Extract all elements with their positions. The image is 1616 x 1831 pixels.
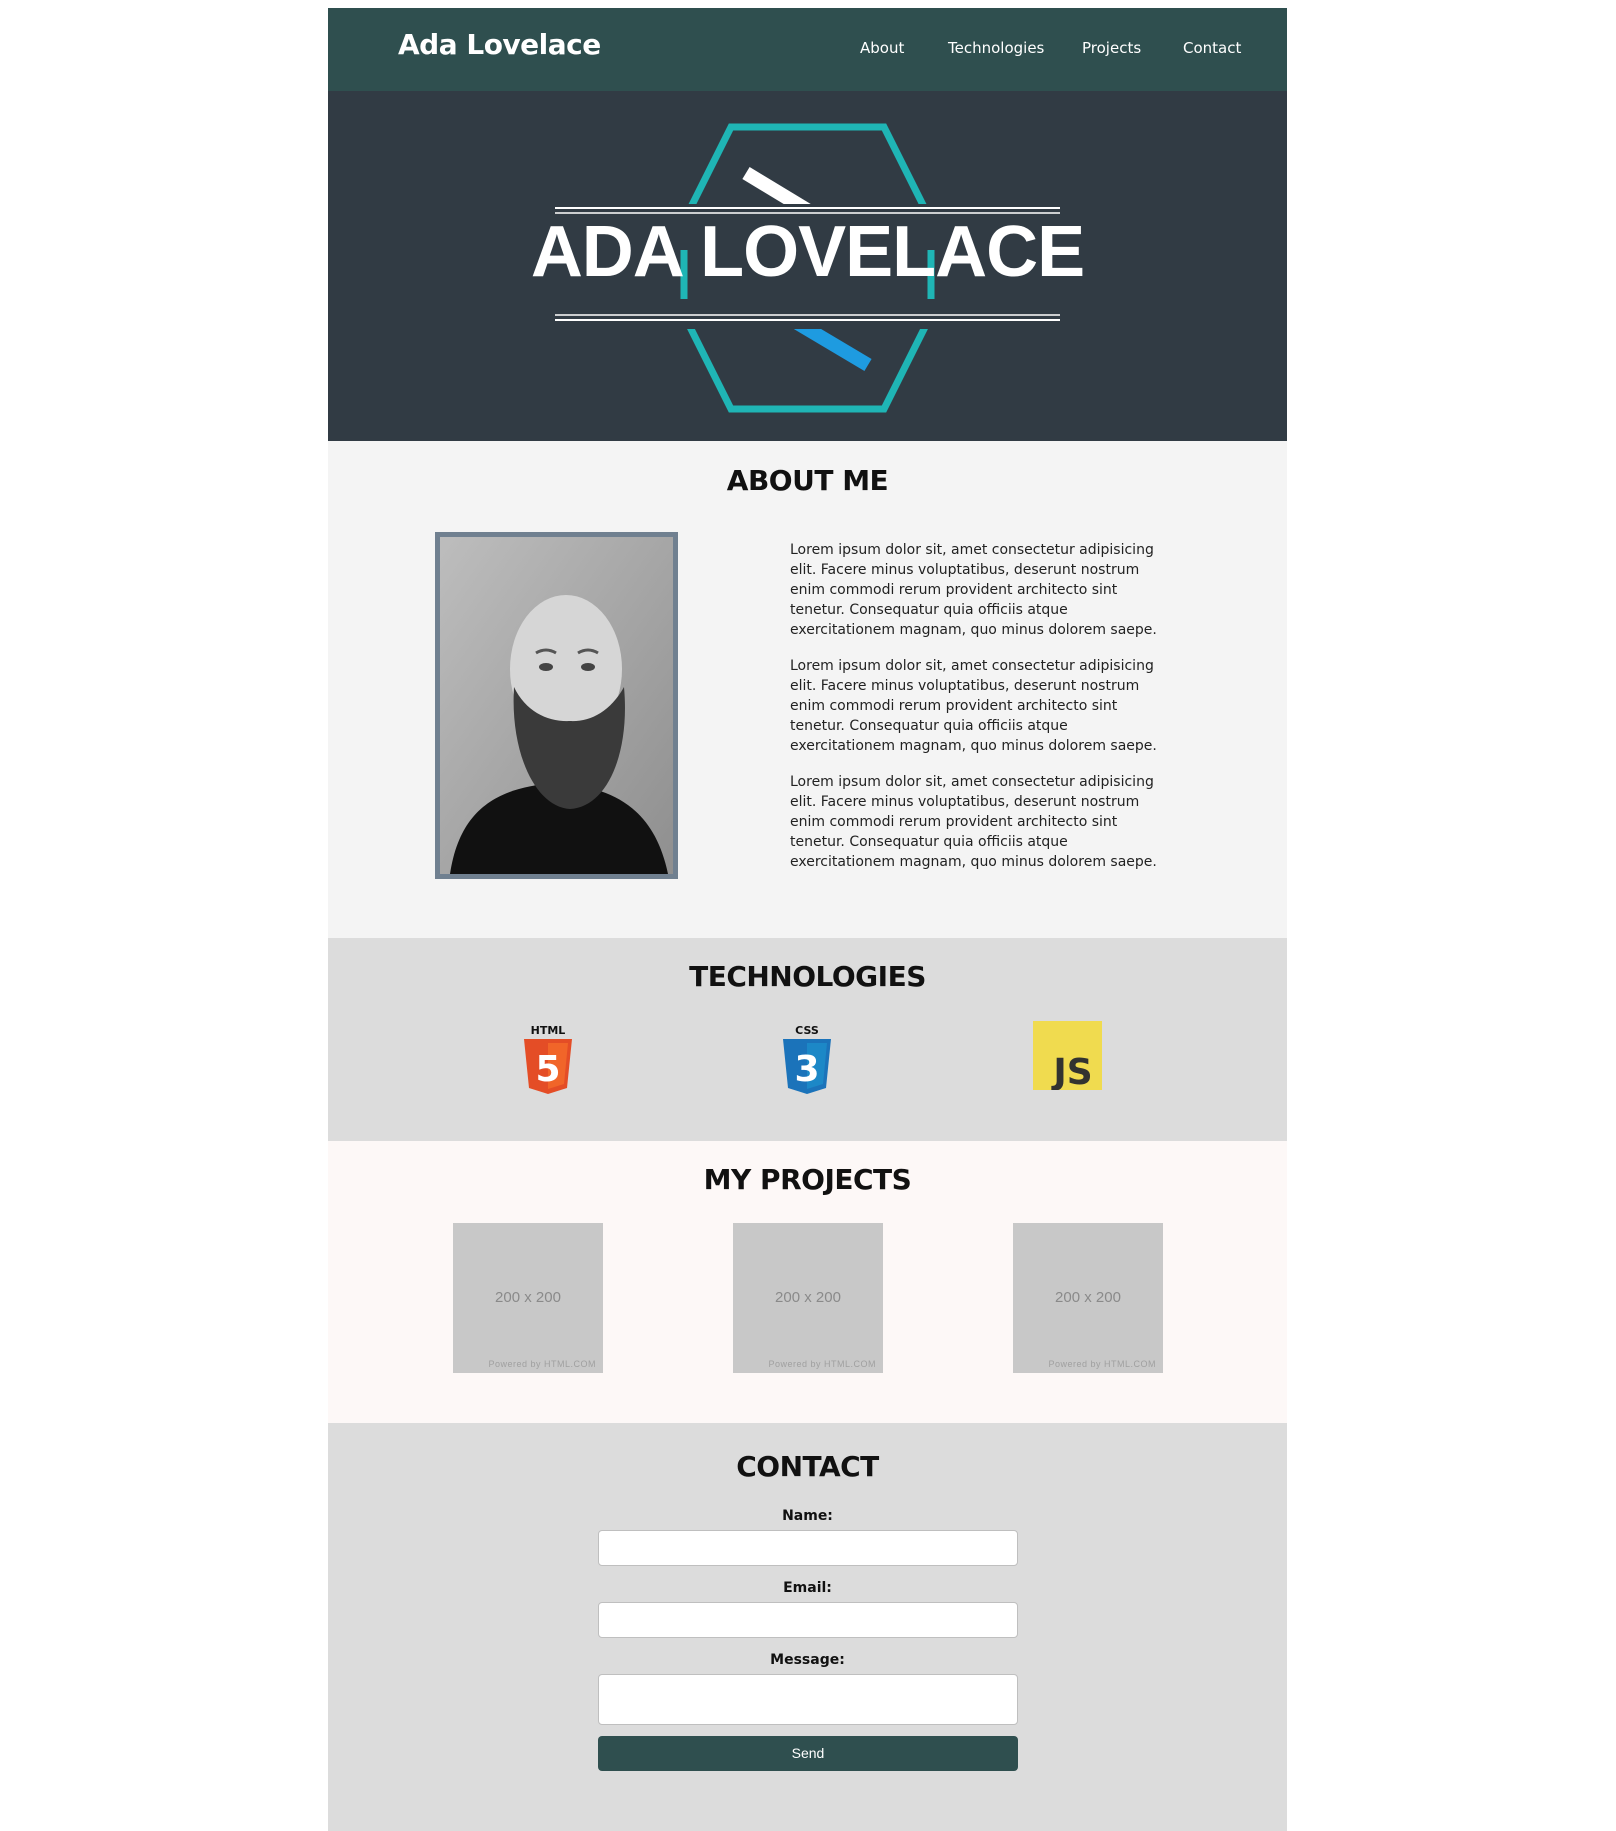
nav-link-about[interactable]: About <box>860 39 904 57</box>
hero-title: ADA LOVELACE <box>530 212 1085 292</box>
nav-link-technologies[interactable]: Technologies <box>948 39 1044 57</box>
javascript-icon: JS <box>1033 1021 1102 1090</box>
svg-text:CSS: CSS <box>795 1024 819 1037</box>
project-placeholder-credit: Powered by HTML.COM <box>1048 1359 1156 1369</box>
project-placeholder-credit: Powered by HTML.COM <box>768 1359 876 1369</box>
project-placeholder-credit: Powered by HTML.COM <box>488 1359 596 1369</box>
nav-link-contact[interactable]: Contact <box>1183 39 1241 57</box>
contact-heading: CONTACT <box>736 1450 879 1483</box>
technologies-heading: TECHNOLOGIES <box>689 960 926 993</box>
navbar: Ada Lovelace About Technologies Projects… <box>328 8 1287 91</box>
svg-text:3: 3 <box>794 1049 819 1090</box>
project-card-1[interactable]: 200 x 200 Powered by HTML.COM <box>453 1223 603 1373</box>
send-button[interactable]: Send <box>598 1736 1018 1771</box>
project-placeholder-size: 200 x 200 <box>775 1289 841 1306</box>
name-label: Name: <box>782 1508 833 1524</box>
svg-text:JS: JS <box>1050 1052 1092 1090</box>
project-card-3[interactable]: 200 x 200 Powered by HTML.COM <box>1013 1223 1163 1373</box>
about-heading: ABOUT ME <box>726 464 889 497</box>
message-label: Message: <box>770 1652 845 1668</box>
message-textarea[interactable] <box>598 1674 1018 1725</box>
projects-heading: MY PROJECTS <box>703 1163 912 1196</box>
html5-icon: HTML 5 <box>524 1024 572 1094</box>
nav-link-projects[interactable]: Projects <box>1082 39 1141 57</box>
bio-paragraph-2: Lorem ipsum dolor sit, amet consectetur … <box>790 658 1157 754</box>
page: Ada Lovelace About Technologies Projects… <box>328 8 1287 1831</box>
svg-text:HTML: HTML <box>531 1024 566 1037</box>
css3-icon: CSS 3 <box>783 1024 831 1094</box>
project-card-2[interactable]: 200 x 200 Powered by HTML.COM <box>733 1223 883 1373</box>
brand-logo-text[interactable]: Ada Lovelace <box>398 28 601 61</box>
email-input[interactable] <box>598 1602 1018 1638</box>
bio-paragraph-3: Lorem ipsum dolor sit, amet consectetur … <box>790 774 1157 870</box>
svg-text:5: 5 <box>535 1049 560 1090</box>
bio-paragraph-1: Lorem ipsum dolor sit, amet consectetur … <box>790 542 1157 638</box>
project-placeholder-size: 200 x 200 <box>1055 1289 1121 1306</box>
email-label: Email: <box>783 1580 832 1596</box>
hero-banner: ADA LOVELACE <box>328 91 1287 441</box>
project-placeholder-size: 200 x 200 <box>495 1289 561 1306</box>
portrait-icon <box>440 537 673 874</box>
name-input[interactable] <box>598 1530 1018 1566</box>
title-backdrop-bottom <box>556 299 1059 329</box>
portrait-photo <box>435 532 678 879</box>
